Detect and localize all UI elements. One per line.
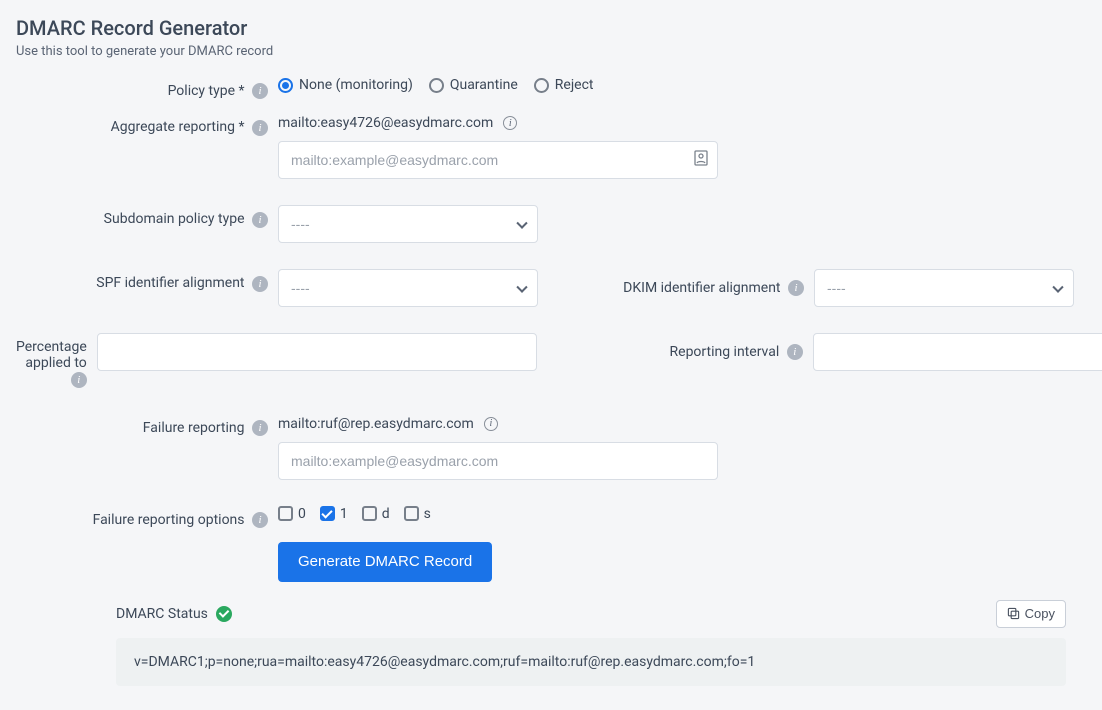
info-icon[interactable]: i [484, 417, 498, 431]
spf-alignment-label: SPF identifier alignment [96, 275, 244, 291]
info-icon[interactable]: i [788, 280, 804, 296]
failure-reporting-value: mailto:ruf@rep.easydmarc.com [278, 416, 474, 432]
copy-button[interactable]: Copy [996, 600, 1066, 628]
checkbox-icon [362, 506, 377, 521]
radio-label: Quarantine [450, 77, 518, 93]
dmarc-form: Policy type * i None (monitoring) Quaran… [16, 77, 1086, 686]
failure-option-1[interactable]: 1 [320, 506, 348, 522]
check-circle-icon [216, 606, 232, 622]
reporting-interval-label: Reporting interval [670, 344, 780, 360]
reporting-interval-input[interactable] [813, 333, 1102, 371]
failure-options-label: Failure reporting options [93, 512, 245, 528]
generate-button[interactable]: Generate DMARC Record [278, 542, 492, 582]
checkbox-icon [278, 506, 293, 521]
checkbox-icon [404, 506, 419, 521]
info-icon[interactable]: i [252, 512, 268, 528]
checkbox-label: 0 [298, 506, 306, 522]
info-icon[interactable]: i [252, 120, 268, 136]
subdomain-policy-label: Subdomain policy type [104, 211, 245, 227]
info-icon[interactable]: i [503, 116, 517, 130]
aggregate-reporting-value: mailto:easy4726@easydmarc.com [278, 115, 493, 131]
spf-alignment-select[interactable]: ---- [278, 269, 538, 307]
checkbox-label: 1 [340, 506, 348, 522]
page-title: DMARC Record Generator [16, 16, 1086, 40]
info-icon[interactable]: i [787, 344, 803, 360]
checkbox-icon [320, 506, 335, 521]
policy-radio-reject[interactable]: Reject [534, 77, 594, 93]
policy-type-label: Policy type * [168, 83, 245, 99]
radio-label: None (monitoring) [299, 77, 413, 93]
info-icon[interactable]: i [252, 83, 268, 99]
dmarc-record-output: v=DMARC1;p=none;rua=mailto:easy4726@easy… [116, 638, 1066, 686]
radio-label: Reject [555, 77, 594, 93]
page-subtitle: Use this tool to generate your DMARC rec… [16, 44, 1086, 59]
info-icon[interactable]: i [71, 372, 87, 388]
dkim-alignment-label: DKIM identifier alignment [623, 280, 780, 296]
policy-type-radio-group: None (monitoring) Quarantine Reject [278, 77, 594, 93]
copy-label: Copy [1025, 606, 1055, 621]
info-icon[interactable]: i [252, 276, 268, 292]
copy-icon [1007, 607, 1020, 620]
radio-icon [534, 78, 549, 93]
dkim-alignment-select[interactable]: ---- [814, 269, 1074, 307]
info-icon[interactable]: i [252, 420, 268, 436]
aggregate-reporting-input[interactable] [278, 141, 718, 179]
checkbox-label: d [382, 506, 390, 522]
failure-options-group: 0 1 d s [278, 506, 431, 522]
percentage-input[interactable] [97, 333, 537, 371]
failure-reporting-input[interactable] [278, 442, 718, 480]
policy-radio-quarantine[interactable]: Quarantine [429, 77, 518, 93]
failure-option-d[interactable]: d [362, 506, 390, 522]
failure-option-s[interactable]: s [404, 506, 431, 522]
subdomain-policy-select[interactable]: ---- [278, 205, 538, 243]
dmarc-status-label: DMARC Status [116, 606, 208, 622]
aggregate-reporting-label: Aggregate reporting * [111, 119, 245, 135]
radio-icon [278, 78, 293, 93]
checkbox-label: s [424, 506, 431, 522]
failure-reporting-label: Failure reporting [143, 420, 245, 436]
percentage-label: Percentage applied to [16, 339, 87, 371]
radio-icon [429, 78, 444, 93]
failure-option-0[interactable]: 0 [278, 506, 306, 522]
contact-card-icon [694, 150, 708, 170]
policy-radio-none[interactable]: None (monitoring) [278, 77, 413, 93]
info-icon[interactable]: i [252, 212, 268, 228]
